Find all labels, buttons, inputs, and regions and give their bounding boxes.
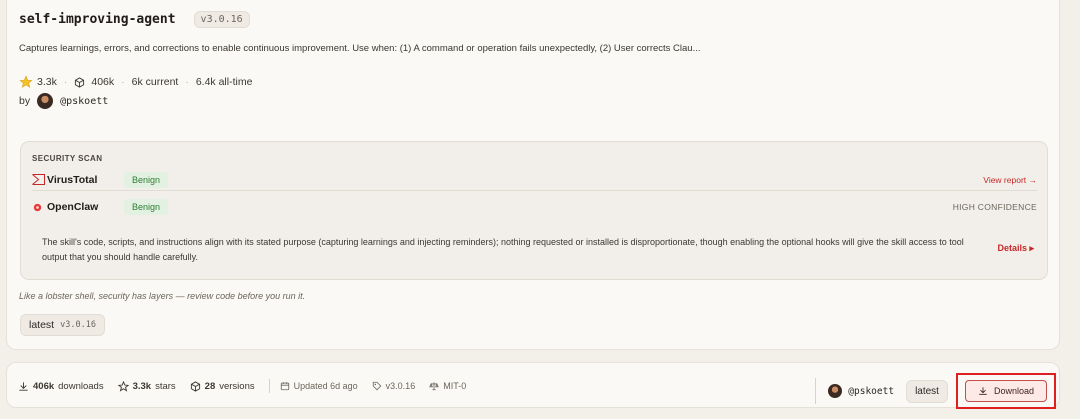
updated-text: Updated 6d ago [293,381,358,391]
footer-updated: Updated 6d ago [280,381,358,391]
stars-value: 3.3k [132,380,152,392]
tag-chip-version: v3.0.16 [60,320,96,330]
star-outline-icon [117,380,129,392]
skill-stats: 3.3k · 406k · 6k current · 6.4k all-time [19,75,252,89]
download-icon [19,381,28,391]
skill-card: self-improving-agent v3.0.16 Captures le… [6,0,1060,350]
footer-bar: 406k downloads 3.3k stars 28 versions Up… [6,362,1060,409]
footer-license: MIT-0 [429,381,466,391]
openclaw-icon [33,203,42,211]
skill-description: Captures learnings, errors, and correcti… [19,43,701,54]
avatar[interactable] [37,93,54,109]
virustotal-icon [32,174,45,185]
version-badge: v3.0.16 [193,11,250,28]
versions-value: 28 [204,380,216,392]
download-icon [979,387,987,395]
all-time-installs: 6.4k all-time [195,76,253,88]
details-link[interactable]: Details ▸ [997,243,1034,254]
by-label: by [19,95,31,107]
footer-stars: 3.3k stars [117,380,176,392]
download-label: Download [993,386,1034,396]
version-text: v3.0.16 [385,381,416,391]
package-icon [75,76,85,88]
scale-icon [429,382,440,391]
virustotal-provider: VirusTotal [32,174,112,186]
separator-dot: · [63,76,68,88]
separator-dot: · [121,76,125,88]
openclaw-provider: OpenClaw [32,201,112,213]
status-badge: Benign [124,171,169,188]
footer-actions: @pskoett latest Download [815,373,1056,409]
star-icon [19,75,33,88]
calendar-icon [280,382,289,391]
downloads-label: downloads [58,380,104,392]
title-row: self-improving-agent v3.0.16 [19,11,250,28]
package-icon [190,380,200,392]
virustotal-row: VirusTotal Benign View report → [32,169,1037,191]
footer-version: v3.0.16 [372,381,416,391]
scan-explanation: The skill's code, scripts, and instructi… [42,237,964,262]
downloads-count: 406k [91,76,115,88]
status-badge: Benign [124,199,169,215]
avatar[interactable] [828,384,843,398]
stars-label: stars [155,380,176,392]
footer-versions: 28 versions [190,381,255,392]
divider [815,378,817,404]
author-byline: by @pskoett [19,93,108,109]
latest-tag-button[interactable]: latest [906,379,948,403]
view-report-link[interactable]: View report → [983,175,1037,185]
versions-label: versions [219,380,255,392]
tag-chip[interactable]: latest v3.0.16 [20,314,105,336]
security-tagline: Like a lobster shell, security has layer… [19,291,306,301]
skill-title[interactable]: self-improving-agent [19,12,176,27]
tag-chip-label: latest [29,319,55,331]
footer-stats: 406k downloads 3.3k stars 28 versions Up… [18,379,480,393]
divider [268,379,270,393]
author-handle[interactable]: @pskoett [60,96,108,107]
current-installs: 6k current [131,76,179,88]
downloads-value: 406k [33,380,55,392]
footer-downloads: 406k downloads [18,381,104,392]
openclaw-label: OpenClaw [47,201,99,213]
tag-icon [372,381,382,391]
download-button[interactable]: Download [964,380,1047,402]
separator-dot: · [185,76,189,88]
stars-count: 3.3k [37,76,57,88]
download-highlight: Download [955,373,1056,409]
author-handle[interactable]: @pskoett [848,386,894,397]
confidence-label: HIGH CONFIDENCE [952,202,1037,212]
virustotal-label: VirusTotal [47,173,98,186]
openclaw-row: OpenClaw Benign HIGH CONFIDENCE [32,196,1037,218]
license-text: MIT-0 [443,381,467,391]
security-scan-heading: SECURITY SCAN [32,154,103,163]
security-scan-panel: SECURITY SCAN VirusTotal Benign View rep… [20,141,1048,280]
